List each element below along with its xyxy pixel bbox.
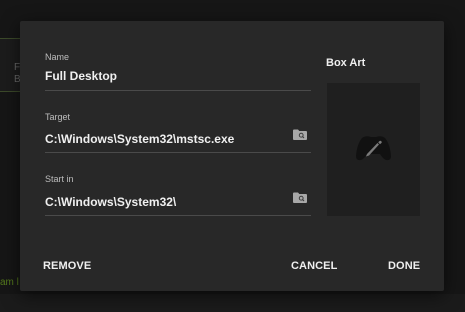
box-art-tile[interactable] [327,83,420,216]
start-in-field[interactable]: Start in C:\Windows\System32\ [45,174,311,216]
folder-search-icon[interactable] [293,192,307,203]
done-button[interactable]: DONE [388,260,420,272]
start-in-input[interactable]: C:\Windows\System32\ [45,195,311,210]
name-input[interactable]: Full Desktop [45,69,311,84]
background-green-text: am l [0,277,19,288]
cancel-button[interactable]: CANCEL [291,260,337,272]
start-in-label: Start in [45,174,74,184]
edit-game-dialog: Name Full Desktop Target C:\Windows\Syst… [20,21,444,291]
name-field[interactable]: Name Full Desktop [45,52,311,91]
remove-button[interactable]: REMOVE [43,260,91,272]
folder-search-icon[interactable] [293,129,307,140]
target-label: Target [45,112,71,122]
background-bottom-bar [0,294,465,312]
target-input[interactable]: C:\Windows\System32\mstsc.exe [45,132,311,147]
gamepad-edit-icon[interactable] [355,133,392,163]
name-label: Name [45,52,70,62]
target-field[interactable]: Target C:\Windows\System32\mstsc.exe [45,112,311,153]
box-art-title: Box Art [326,57,366,69]
